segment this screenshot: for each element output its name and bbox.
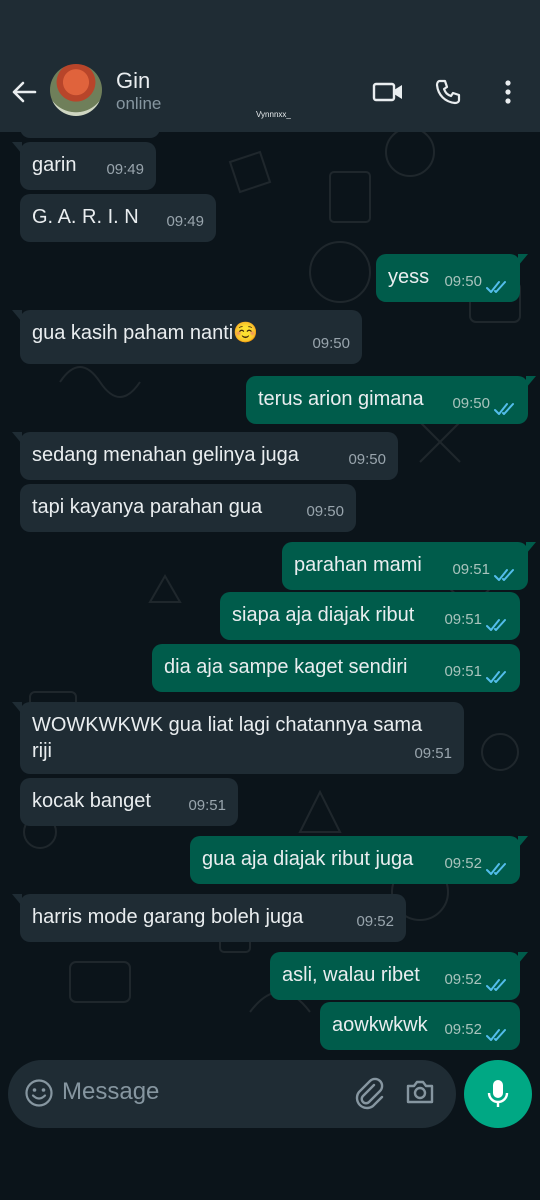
more-vert-icon (505, 80, 511, 104)
message-text: WOWKWKWK gua liat lagi chatannya sama (32, 714, 423, 736)
message-input[interactable]: Message (62, 1078, 159, 1106)
bubble-tail (12, 702, 22, 714)
bubble-tail (526, 542, 536, 554)
incoming-message[interactable]: gua kasih paham nanti☺️ 09:50 (12, 310, 362, 364)
message-time: 09:51 (414, 745, 452, 762)
composer: Message (0, 1060, 540, 1200)
message-time: 09:50 (306, 503, 344, 520)
status-bar (0, 0, 540, 56)
bubble-tail (526, 376, 536, 388)
message-text: sedang menahan gelinya juga (32, 444, 299, 466)
emoji-button[interactable] (24, 1078, 54, 1113)
incoming-message[interactable]: kocak banget 09:51 (20, 778, 238, 826)
chat-area[interactable]: garin 09:49 G. A. R. I. N 09:49 yess 09:50 gua… (0, 132, 540, 1060)
message-text: gua kasih paham nanti☺️ (32, 322, 259, 344)
bubble-tail (12, 432, 22, 444)
double-check-icon (486, 979, 506, 991)
emoji-icon (25, 1079, 53, 1107)
message-text-line-2: riji (32, 740, 52, 762)
incoming-message[interactable]: garin 09:49 (12, 142, 156, 190)
message-text: harris mode garang boleh juga (32, 906, 304, 928)
double-check-icon (486, 281, 506, 293)
contact-name[interactable]: Gin (116, 68, 150, 94)
message-time: 09:52 (356, 913, 394, 930)
previous-message-edge (20, 132, 160, 138)
double-check-icon (486, 863, 506, 875)
incoming-message[interactable]: sedang menahan gelinya juga 09:50 (12, 432, 398, 480)
message-time: 09:50 (444, 273, 482, 290)
bubble-tail (518, 836, 528, 848)
chat-header: Gin online Vynnnxx_ (0, 56, 540, 132)
message-time: 09:51 (452, 561, 490, 578)
watermark-text: Vynnnxx_ (256, 110, 291, 119)
outgoing-message[interactable]: gua aja diajak ribut juga 09:52 (190, 836, 528, 884)
message-input-bar[interactable]: Message (8, 1060, 456, 1128)
message-time: 09:52 (444, 971, 482, 988)
arrow-left-icon (12, 81, 37, 103)
double-check-icon (486, 619, 506, 631)
message-time: 09:49 (166, 213, 204, 230)
outgoing-message[interactable]: terus arion gimana 09:50 (246, 376, 536, 424)
outgoing-message[interactable]: aowkwkwk 09:52 (320, 1002, 520, 1050)
more-options-button[interactable] (494, 74, 522, 110)
message-time: 09:50 (452, 395, 490, 412)
incoming-message[interactable]: WOWKWKWK gua liat lagi chatannya sama rij… (12, 702, 464, 774)
phone-icon (435, 79, 461, 105)
outgoing-message[interactable]: siapa aja diajak ribut 09:51 (220, 592, 520, 640)
bubble-tail (12, 142, 22, 154)
microphone-icon (487, 1080, 509, 1107)
outgoing-message[interactable]: asli, walau ribet 09:52 (270, 952, 528, 1000)
bubble-tail (12, 310, 22, 322)
double-check-icon (494, 569, 514, 581)
message-time: 09:51 (444, 663, 482, 680)
video-call-button[interactable] (370, 74, 406, 110)
message-time: 09:52 (444, 855, 482, 872)
paperclip-icon (355, 1077, 384, 1110)
double-check-icon (486, 671, 506, 683)
outgoing-message[interactable]: yess 09:50 (376, 254, 528, 302)
message-text: tapi kayanya parahan gua (32, 496, 263, 518)
message-time: 09:49 (106, 161, 144, 178)
double-check-icon (494, 403, 514, 415)
incoming-message[interactable]: G. A. R. I. N 09:49 (20, 194, 216, 242)
bubble-tail (518, 952, 528, 964)
camera-icon (406, 1080, 434, 1104)
video-camera-icon (372, 82, 402, 102)
message-time: 09:52 (444, 1021, 482, 1038)
voice-message-button[interactable] (464, 1060, 532, 1128)
message-time: 09:51 (444, 611, 482, 628)
avatar[interactable] (50, 64, 102, 116)
voice-call-button[interactable] (432, 74, 464, 110)
attach-button[interactable] (352, 1076, 386, 1115)
outgoing-message[interactable]: dia aja sampe kaget sendiri 09:51 (152, 644, 520, 692)
incoming-message[interactable]: harris mode garang boleh juga 09:52 (12, 894, 406, 942)
back-button[interactable] (8, 74, 40, 110)
contact-status: online (116, 94, 162, 113)
bubble-tail (518, 254, 528, 266)
message-time: 09:51 (188, 797, 226, 814)
outgoing-message[interactable]: parahan mami 09:51 (282, 542, 536, 590)
incoming-message[interactable]: tapi kayanya parahan gua 09:50 (20, 484, 356, 532)
message-time: 09:50 (348, 451, 386, 468)
message-time: 09:50 (312, 335, 350, 352)
bubble-tail (12, 894, 22, 906)
double-check-icon (486, 1029, 506, 1041)
camera-button[interactable] (404, 1076, 436, 1113)
